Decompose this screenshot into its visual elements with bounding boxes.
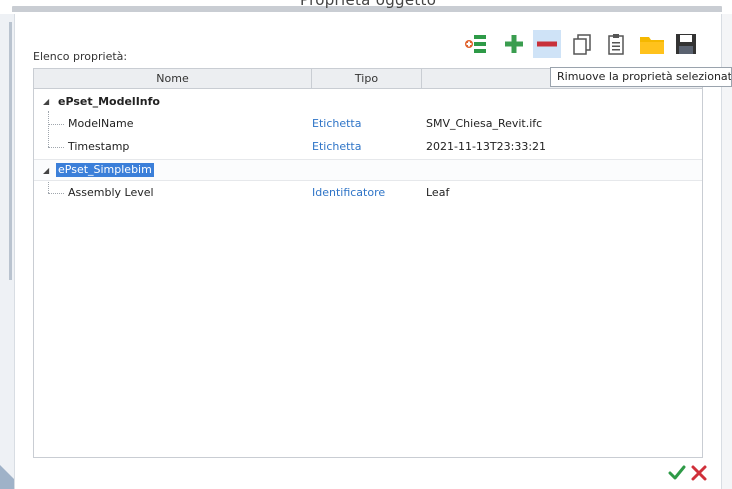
group-row[interactable]: ◢ ePset_ModelInfo bbox=[34, 91, 702, 113]
column-header-type[interactable]: Tipo bbox=[312, 69, 422, 88]
plus-icon bbox=[505, 35, 523, 53]
save-icon bbox=[676, 34, 696, 54]
cancel-button[interactable] bbox=[690, 464, 708, 485]
property-value[interactable]: 2021-11-13T23:33:21 bbox=[426, 136, 546, 158]
folder-icon bbox=[640, 37, 664, 54]
property-type[interactable]: Etichetta bbox=[312, 136, 361, 158]
copy-icon bbox=[573, 34, 591, 55]
property-name: Assembly Level bbox=[68, 186, 154, 199]
group-row-selected[interactable]: ◢ ePset_Simplebim bbox=[34, 159, 702, 181]
remove-property-button[interactable] bbox=[533, 30, 561, 58]
property-row[interactable]: Assembly Level Identificatore Leaf bbox=[34, 182, 702, 204]
property-type[interactable]: Etichetta bbox=[312, 113, 361, 135]
property-row[interactable]: Timestamp Etichetta 2021-11-13T23:33:21 bbox=[34, 136, 702, 158]
open-button[interactable] bbox=[638, 30, 666, 58]
window-title: Proprietà oggetto bbox=[300, 0, 437, 9]
property-name: ModelName bbox=[68, 117, 134, 130]
property-value[interactable]: Leaf bbox=[426, 182, 449, 204]
selected-group-label: ePset_Simplebim bbox=[56, 163, 154, 177]
left-panel-stripe bbox=[9, 22, 12, 280]
title-strip: Proprietà oggetto bbox=[0, 0, 732, 12]
group-name: ePset_Simplebim bbox=[56, 163, 154, 177]
ok-button[interactable] bbox=[668, 464, 686, 485]
property-value[interactable]: SMV_Chiesa_Revit.ifc bbox=[426, 113, 542, 135]
group-name: ePset_ModelInfo bbox=[58, 95, 160, 108]
column-header-name[interactable]: Nome bbox=[34, 69, 312, 88]
clipboard-icon bbox=[608, 34, 624, 55]
expand-arrow-icon[interactable]: ◢ bbox=[43, 91, 49, 113]
add-property-button[interactable] bbox=[500, 30, 528, 58]
save-button[interactable] bbox=[672, 30, 700, 58]
add-property-set-icon bbox=[465, 35, 486, 53]
property-name: Timestamp bbox=[68, 140, 130, 153]
property-row[interactable]: ModelName Etichetta SMV_Chiesa_Revit.ifc bbox=[34, 113, 702, 135]
expand-arrow-icon[interactable]: ◢ bbox=[43, 160, 49, 182]
add-property-set-button[interactable] bbox=[462, 30, 490, 58]
left-panel-edge bbox=[0, 14, 24, 489]
close-icon bbox=[691, 465, 707, 481]
property-type[interactable]: Identificatore bbox=[312, 182, 385, 204]
copy-button[interactable] bbox=[568, 30, 596, 58]
section-label: Elenco proprietà: bbox=[33, 50, 128, 63]
tooltip: Rimuove la proprietà selezionata bbox=[550, 67, 732, 87]
paste-button[interactable] bbox=[602, 30, 630, 58]
minus-icon bbox=[537, 41, 557, 47]
property-grid[interactable]: Nome Tipo V ◢ ePset_ModelInfo ModelName … bbox=[33, 68, 703, 458]
checkmark-icon bbox=[668, 465, 686, 480]
